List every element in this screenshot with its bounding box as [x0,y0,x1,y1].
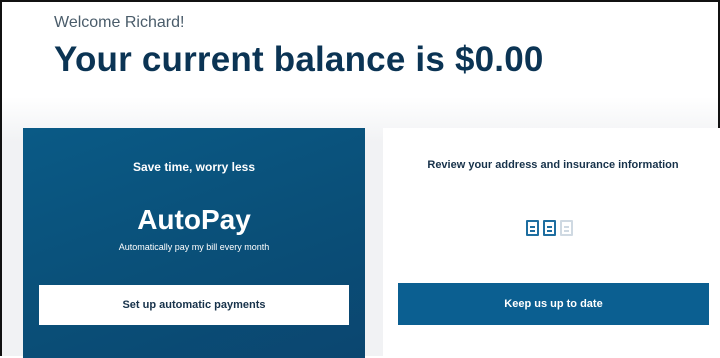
review-title: Review your address and insurance inform… [427,159,679,171]
autopay-description: Automatically pay my bill every month [118,242,270,252]
balance-heading: Your current balance is $0.00 [54,40,544,79]
document-icon-faded [560,220,573,236]
welcome-message: Welcome Richard! [54,14,185,31]
app-frame: Welcome Richard! Your current balance is… [0,0,720,358]
document-icons [526,220,573,236]
setup-autopay-button[interactable]: Set up automatic payments [39,285,349,325]
autopay-card: Save time, worry less AutoPay Automatica… [23,128,365,358]
autopay-title: AutoPay [137,204,251,235]
document-icon [526,220,539,236]
review-info-card: Review your address and insurance inform… [383,128,720,358]
autopay-subtitle: Save time, worry less [132,160,256,174]
document-icon [543,220,556,236]
keep-up-to-date-button[interactable]: Keep us up to date [398,283,709,325]
